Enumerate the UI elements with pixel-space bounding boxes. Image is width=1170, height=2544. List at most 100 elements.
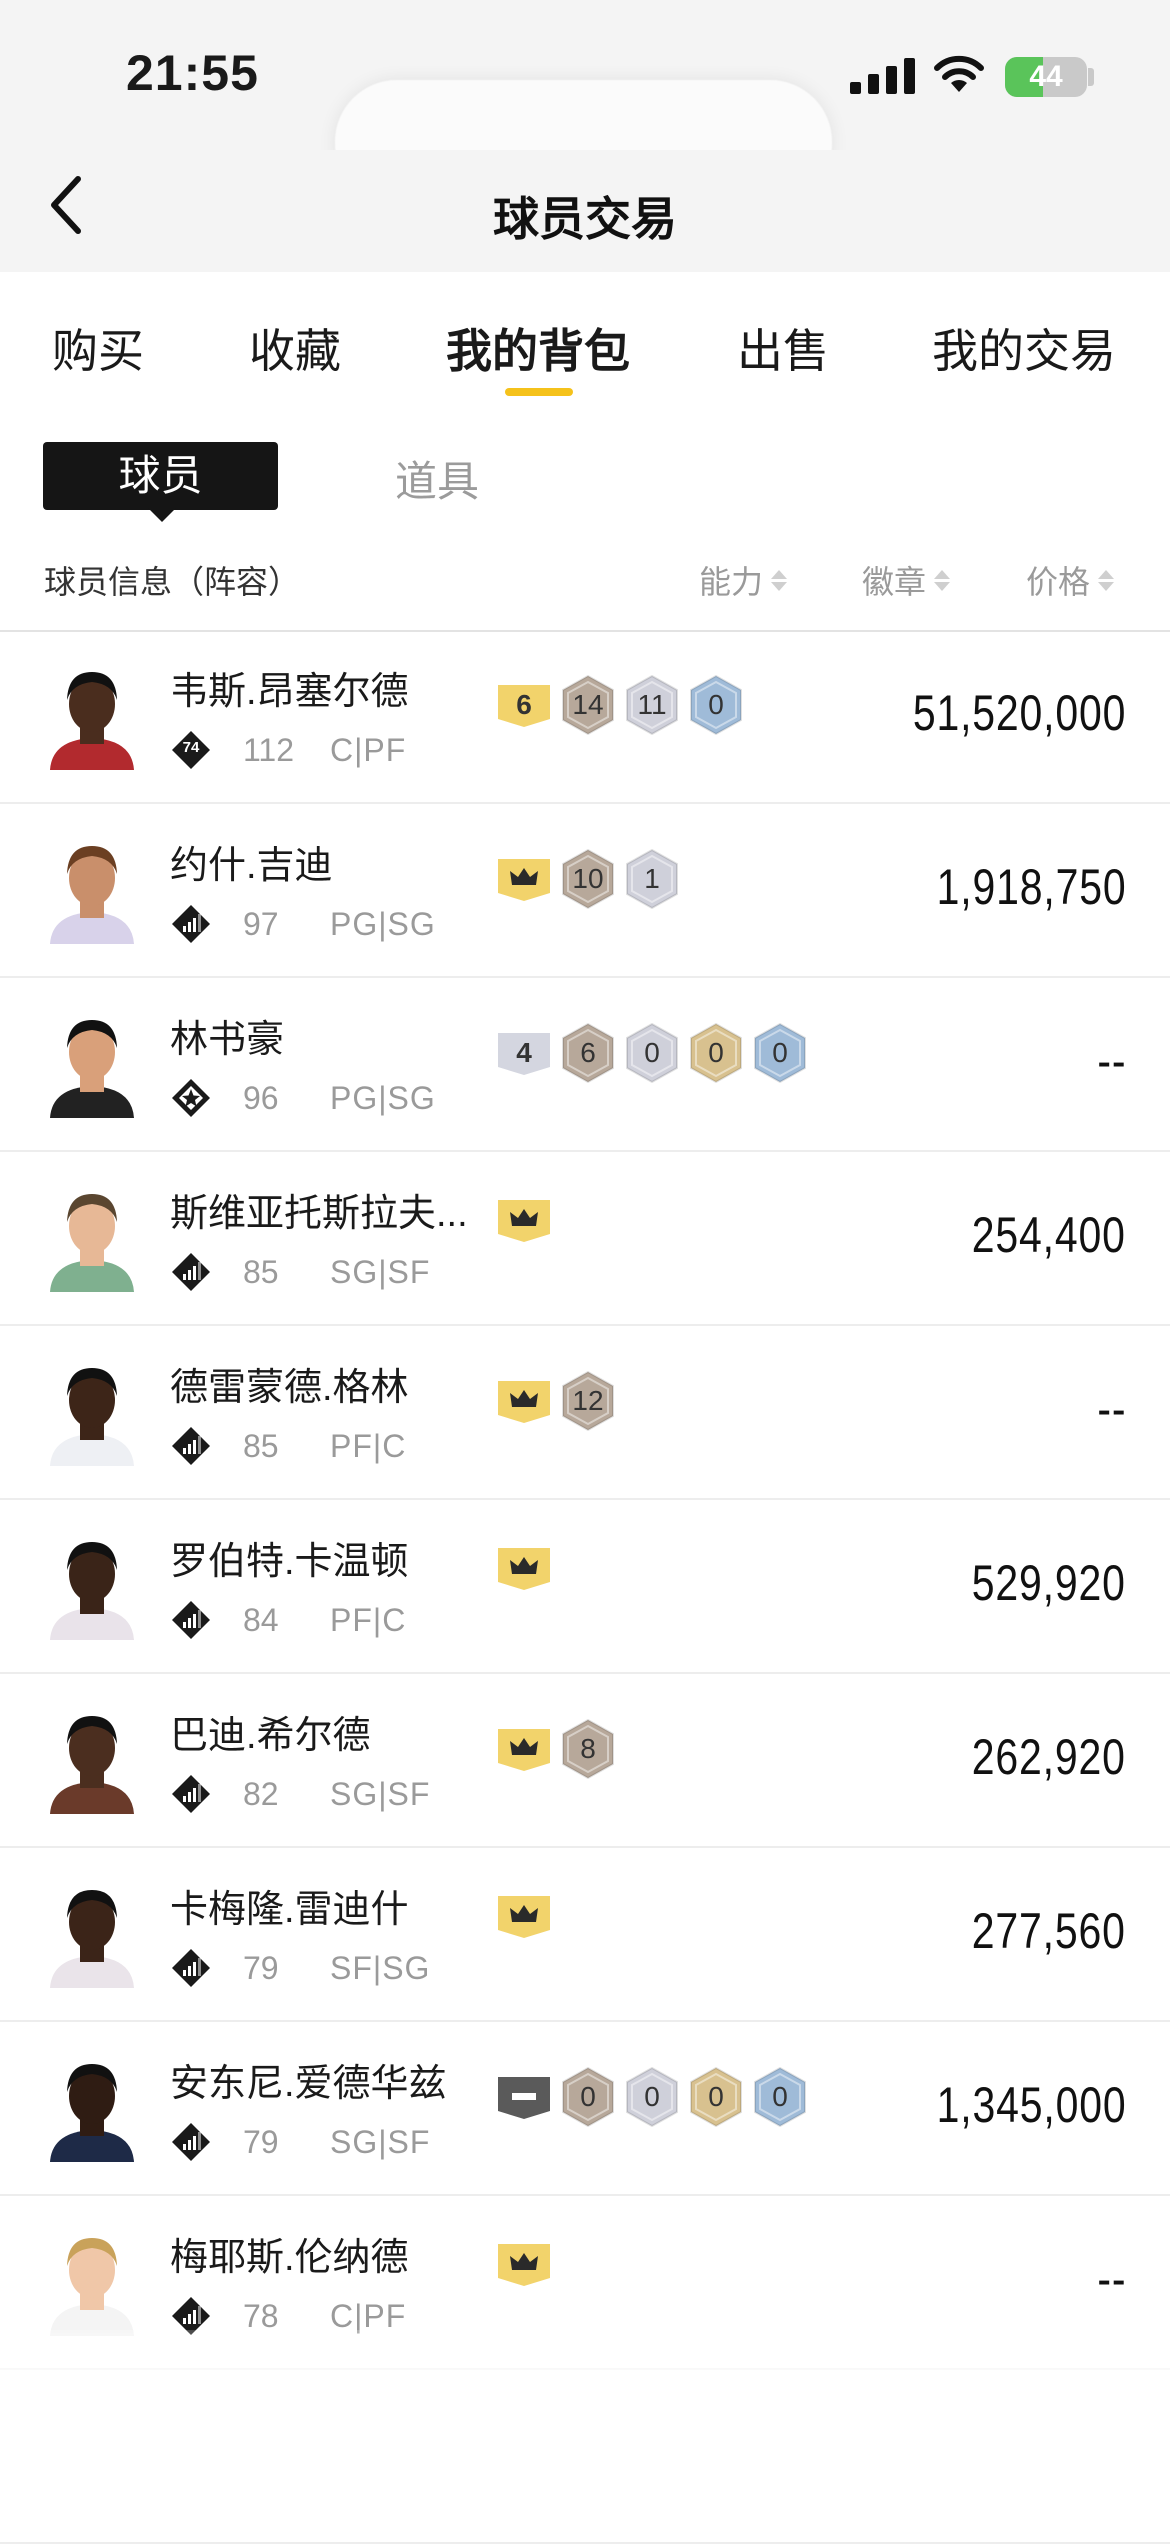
player-name: 梅耶斯.伦纳德 — [170, 2237, 409, 2279]
segment-players[interactable]: 球员 — [43, 442, 278, 510]
tier-diamond-icon — [172, 2123, 210, 2161]
badge-bronze-icon: 12 — [560, 1370, 616, 1432]
player-name: 韦斯.昂塞尔德 — [170, 671, 409, 713]
badge-hof-icon: 0 — [752, 2066, 808, 2128]
player-price: -- — [1097, 1381, 1126, 1437]
badge-group — [496, 1196, 552, 1244]
sort-icon — [771, 569, 788, 591]
player-name: 林书豪 — [170, 1019, 285, 1061]
tier-diamond-icon — [172, 905, 210, 943]
header-info: 球员信息（阵容） — [44, 564, 301, 600]
player-avatar — [50, 1542, 134, 1640]
level-flag-number: 4 — [516, 1037, 532, 1068]
player-row[interactable]: 安东尼.爱德华兹 79 SG|SF 0 0 0 0 1,345,000 — [0, 2022, 1170, 2196]
player-position: C|PF — [330, 732, 407, 768]
badge-count: 14 — [572, 689, 604, 720]
player-row[interactable]: 约什.吉迪 97 PG|SG 10 1 1,918,750 — [0, 804, 1170, 978]
player-price: 1,345,000 — [936, 2077, 1126, 2133]
badge-group: 6 14 11 0 — [496, 674, 744, 736]
player-avatar — [50, 2064, 134, 2162]
player-row[interactable]: 斯维亚托斯拉夫... 85 SG|SF 254,400 — [0, 1152, 1170, 1326]
player-overall: 79 — [243, 1950, 279, 1986]
sort-icon — [934, 569, 951, 591]
tier-number: 74 — [182, 739, 200, 756]
crown-flag-icon — [496, 1377, 552, 1425]
player-row[interactable]: 罗伯特.卡温顿 84 PF|C 529,920 — [0, 1500, 1170, 1674]
sort-ability[interactable]: 能力 — [699, 557, 788, 603]
segment-pointer — [148, 508, 176, 522]
badge-group — [496, 1892, 552, 1940]
badge-count: 0 — [708, 2081, 724, 2112]
player-position: PG|SG — [330, 1080, 436, 1116]
crown-flag-icon — [496, 2240, 552, 2288]
player-row[interactable]: 德雷蒙德.格林 85 PF|C 12 -- — [0, 1326, 1170, 1500]
badge-count: 0 — [772, 2081, 788, 2112]
player-avatar — [50, 672, 134, 770]
player-name: 巴迪.希尔德 — [170, 1715, 371, 1757]
badge-gold-icon: 0 — [688, 2066, 744, 2128]
sort-icon — [1098, 569, 1115, 591]
player-row[interactable]: 林书豪 96 PG|SG 4 6 0 0 0 -- — [0, 978, 1170, 1152]
player-position: SG|SF — [330, 1776, 431, 1812]
player-overall: 82 — [243, 1776, 279, 1812]
badge-count: 8 — [580, 1733, 596, 1764]
badge-bronze-icon: 0 — [560, 2066, 616, 2128]
player-row[interactable]: 韦斯.昂塞尔德 74 112 C|PF 6 14 11 0 51,520,000 — [0, 630, 1170, 804]
status-time: 21:55 — [126, 45, 259, 101]
badge-bronze-icon: 10 — [560, 848, 616, 910]
battery-tip — [1088, 68, 1094, 86]
badge-group: 4 6 0 0 0 — [496, 1022, 808, 1084]
player-name: 安东尼.爱德华兹 — [170, 2063, 447, 2105]
badge-gold-icon: 0 — [688, 1022, 744, 1084]
badge-count: 0 — [708, 689, 724, 720]
player-price: 262,920 — [972, 1729, 1126, 1785]
tier-diamond-icon — [172, 1775, 210, 1813]
tier-diamond-icon — [172, 1601, 210, 1639]
player-position: PF|C — [330, 1602, 407, 1638]
tab-sell[interactable]: 出售 — [737, 315, 829, 381]
level-flag-icon: 6 — [496, 681, 552, 729]
tab-my-trades[interactable]: 我的交易 — [932, 315, 1116, 381]
badge-bronze-icon: 8 — [560, 1718, 616, 1780]
badge-group: 12 — [496, 1370, 616, 1432]
crown-flag-icon — [496, 855, 552, 903]
crown-flag-icon — [496, 1725, 552, 1773]
level-flag-icon: 4 — [496, 1029, 552, 1077]
crown-flag-icon — [496, 1544, 552, 1592]
battery-icon: 44 — [1005, 57, 1087, 97]
header-badges: 徽章 — [862, 564, 927, 600]
signal-icon — [850, 58, 915, 94]
badge-count: 0 — [644, 2081, 660, 2112]
badge-count: 6 — [580, 1037, 596, 1068]
tab-my-bag[interactable]: 我的背包 — [446, 315, 630, 381]
badge-count: 0 — [708, 1037, 724, 1068]
tier-diamond-icon — [172, 1949, 210, 1987]
player-name: 罗伯特.卡温顿 — [170, 1541, 409, 1583]
level-flag-number: 6 — [516, 689, 532, 720]
sort-badges[interactable]: 徽章 — [862, 557, 951, 603]
badge-group — [496, 2240, 552, 2288]
badge-count: 12 — [572, 1385, 604, 1416]
player-overall: 112 — [243, 732, 295, 768]
crown-flag-icon — [496, 1196, 552, 1244]
player-avatar — [50, 846, 134, 944]
minus-flag-icon — [496, 2073, 552, 2121]
wifi-icon — [934, 55, 984, 92]
player-position: SG|SF — [330, 2124, 431, 2160]
player-row[interactable]: 巴迪.希尔德 82 SG|SF 8 262,920 — [0, 1674, 1170, 1848]
badge-count: 0 — [772, 1037, 788, 1068]
sort-price[interactable]: 价格 — [1026, 557, 1115, 603]
player-price: -- — [1097, 2251, 1126, 2307]
player-price: 254,400 — [972, 1207, 1126, 1263]
tab-buy[interactable]: 购买 — [52, 315, 144, 381]
tab-favorites[interactable]: 收藏 — [249, 315, 341, 381]
badge-bronze-icon: 6 — [560, 1022, 616, 1084]
badge-count: 1 — [644, 863, 660, 894]
segment-items[interactable]: 道具 — [395, 448, 479, 509]
player-name: 卡梅隆.雷迪什 — [170, 1889, 409, 1931]
player-row[interactable]: 卡梅隆.雷迪什 79 SF|SG 277,560 — [0, 1848, 1170, 2022]
player-name: 德雷蒙德.格林 — [170, 1367, 409, 1409]
badge-count: 0 — [580, 2081, 596, 2112]
badge-bronze-icon: 14 — [560, 674, 616, 736]
player-name: 约什.吉迪 — [170, 845, 333, 887]
